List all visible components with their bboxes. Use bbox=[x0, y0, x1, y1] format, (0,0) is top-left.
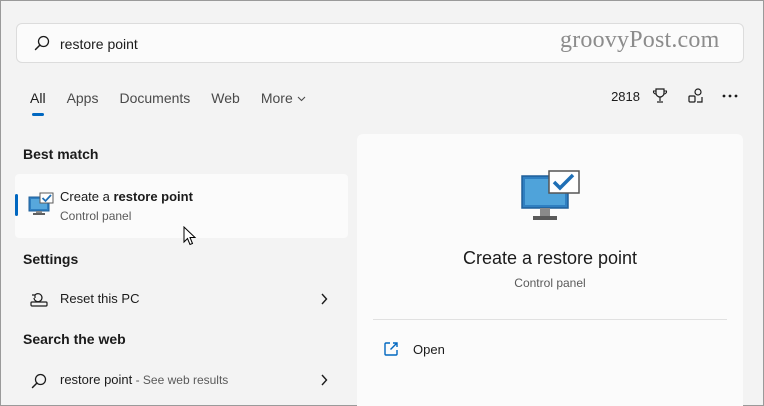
title-highlight: restore point bbox=[113, 189, 193, 204]
open-external-icon bbox=[384, 342, 398, 356]
tab-more[interactable]: More bbox=[261, 90, 306, 116]
list-item-reset-pc[interactable]: Reset this PC bbox=[15, 281, 348, 317]
open-action[interactable]: Open bbox=[383, 339, 445, 359]
restore-point-icon bbox=[28, 192, 54, 215]
search-input[interactable] bbox=[60, 32, 540, 56]
chevron-down-icon bbox=[297, 96, 306, 102]
reset-pc-icon bbox=[30, 293, 48, 307]
tab-web[interactable]: Web bbox=[211, 90, 240, 116]
search-icon bbox=[34, 35, 50, 51]
preview-panel: Create a restore point Control panel Ope… bbox=[357, 134, 743, 406]
rewards-points: 2818 bbox=[611, 88, 640, 104]
best-match-title: Create a restore point bbox=[60, 189, 193, 204]
best-match-subtitle: Control panel bbox=[60, 209, 132, 223]
list-item-label: restore point - See web results bbox=[60, 372, 228, 387]
share-icon[interactable] bbox=[686, 86, 706, 106]
chevron-right-icon bbox=[321, 374, 328, 386]
header-tools: 2818 bbox=[611, 86, 740, 106]
best-match-result[interactable]: Create a restore point Control panel bbox=[15, 174, 348, 238]
web-query: restore point bbox=[60, 372, 133, 387]
web-heading: Search the web bbox=[23, 331, 126, 347]
chevron-right-icon bbox=[321, 293, 328, 305]
watermark: groovyPost.com bbox=[560, 27, 720, 53]
search-icon bbox=[31, 373, 47, 389]
title-prefix: Create a bbox=[60, 189, 114, 204]
best-match-heading: Best match bbox=[23, 146, 99, 162]
restore-point-icon bbox=[521, 170, 580, 220]
more-icon[interactable] bbox=[720, 86, 740, 106]
tab-label: Apps bbox=[66, 90, 99, 106]
open-label: Open bbox=[413, 341, 445, 357]
trophy-icon[interactable] bbox=[650, 86, 670, 106]
tab-label: More bbox=[260, 90, 293, 106]
filter-tabs: All Apps Documents Web More bbox=[30, 90, 327, 116]
settings-heading: Settings bbox=[23, 251, 79, 267]
tab-label: Documents bbox=[119, 90, 191, 106]
mouse-cursor-icon bbox=[183, 226, 197, 246]
preview-title: Create a restore point bbox=[462, 248, 638, 268]
selection-indicator bbox=[15, 194, 18, 216]
tab-label: Web bbox=[211, 90, 240, 106]
divider bbox=[373, 319, 727, 320]
preview-subtitle: Control panel bbox=[514, 276, 586, 290]
tab-apps[interactable]: Apps bbox=[67, 90, 99, 116]
list-item-label: Reset this PC bbox=[60, 291, 140, 306]
tab-documents[interactable]: Documents bbox=[119, 90, 190, 116]
list-item-web-search[interactable]: restore point - See web results bbox=[15, 362, 348, 398]
web-suffix: - See web results bbox=[132, 373, 229, 387]
tab-label: All bbox=[30, 90, 46, 106]
tab-all[interactable]: All bbox=[30, 90, 46, 116]
